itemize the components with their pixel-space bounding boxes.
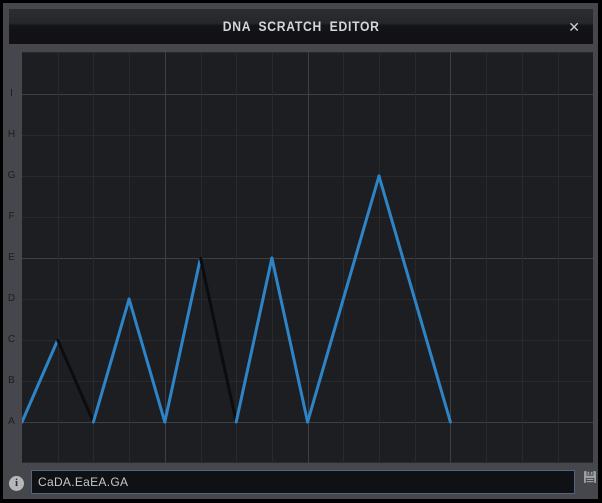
window-title: DNA SCRATCH EDITOR <box>223 19 380 34</box>
y-axis-label: C <box>3 334 20 346</box>
y-axis-label: E <box>3 252 20 264</box>
dna-pattern-chart[interactable] <box>22 52 593 463</box>
info-icon[interactable]: i <box>9 476 24 491</box>
title-bar: DNA SCRATCH EDITOR ✕ <box>9 9 593 44</box>
y-axis-label: A <box>3 416 20 428</box>
y-axis-label: G <box>3 170 20 182</box>
y-axis-label: H <box>3 129 20 141</box>
sequence-input[interactable] <box>31 470 575 494</box>
y-axis-label: D <box>3 293 20 305</box>
dna-scratch-editor-window: { "window": { "title": "DNA SCRATCH EDIT… <box>0 0 602 503</box>
y-axis-label: I <box>3 88 20 100</box>
window-frame: DNA SCRATCH EDITOR ✕ A B C D E F G H I i <box>3 3 598 499</box>
y-axis-label: F <box>3 211 20 223</box>
save-icon[interactable] <box>583 470 597 484</box>
y-axis-label: B <box>3 375 20 387</box>
close-icon[interactable]: ✕ <box>568 20 580 34</box>
dna-chart-svg <box>22 52 593 463</box>
